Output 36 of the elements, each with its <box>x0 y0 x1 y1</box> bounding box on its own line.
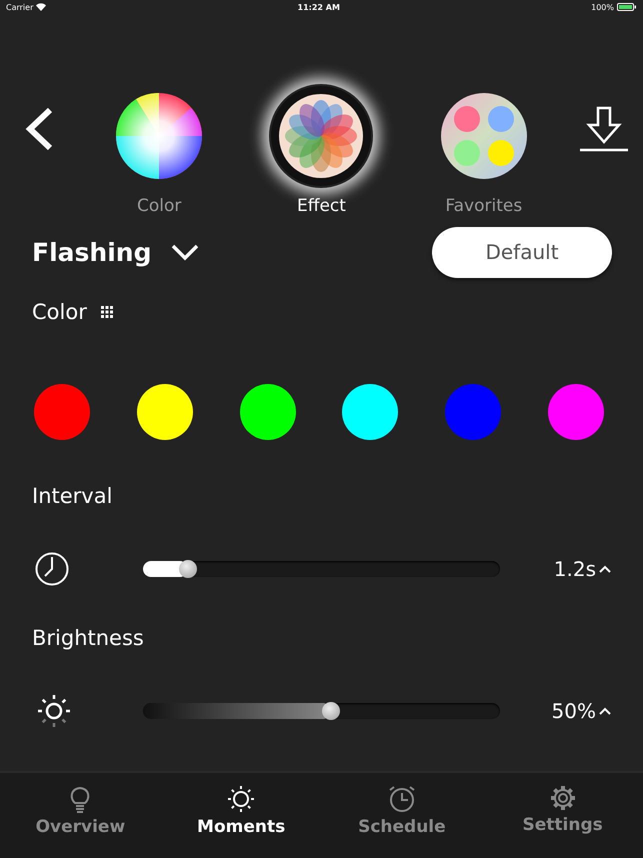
alarm-clock-icon <box>388 785 416 813</box>
slider-track[interactable] <box>143 561 500 577</box>
tab-bar-item[interactable]: Overview <box>0 773 161 858</box>
battery-icon <box>616 3 637 11</box>
tab-bar-item[interactable]: Moments <box>160 773 322 858</box>
section-title: Color <box>32 300 87 324</box>
carrier-text: Carrier <box>6 2 46 12</box>
mode-tab[interactable]: Favorites <box>432 84 536 216</box>
default-button[interactable]: Default <box>432 226 612 278</box>
section-title: Interval <box>32 484 112 508</box>
chevron-down-icon <box>171 243 200 261</box>
mode-tab[interactable]: Effect <box>269 84 374 216</box>
favorites-icon <box>440 93 527 179</box>
section-title: Brightness <box>32 626 144 650</box>
slider-thumb[interactable] <box>178 560 197 578</box>
tab-bar-item[interactable]: Settings <box>482 773 643 858</box>
tab-bar-item[interactable]: Schedule <box>322 773 482 858</box>
value-stepper[interactable]: 1.2s <box>554 557 611 581</box>
caret-up-icon <box>599 565 611 573</box>
battery-text: 100% <box>591 2 637 12</box>
slider-thumb[interactable] <box>322 702 340 720</box>
effect-dropdown[interactable]: Flashing <box>32 238 200 266</box>
download-icon[interactable] <box>580 105 628 153</box>
mode-tab[interactable]: Color <box>107 84 212 216</box>
clock-icon <box>34 551 70 587</box>
color-wheel-icon <box>116 93 202 179</box>
settings-icon <box>550 785 576 811</box>
grid-icon[interactable] <box>100 306 113 318</box>
value-stepper[interactable]: 50% <box>552 699 611 723</box>
sun-icon <box>227 785 256 813</box>
back-icon[interactable] <box>25 107 53 151</box>
caret-up-icon <box>599 707 611 715</box>
wifi-icon <box>36 3 46 11</box>
status-time: 11:22 AM <box>298 2 340 12</box>
flower-icon <box>269 84 374 188</box>
slider-track[interactable] <box>143 703 500 719</box>
